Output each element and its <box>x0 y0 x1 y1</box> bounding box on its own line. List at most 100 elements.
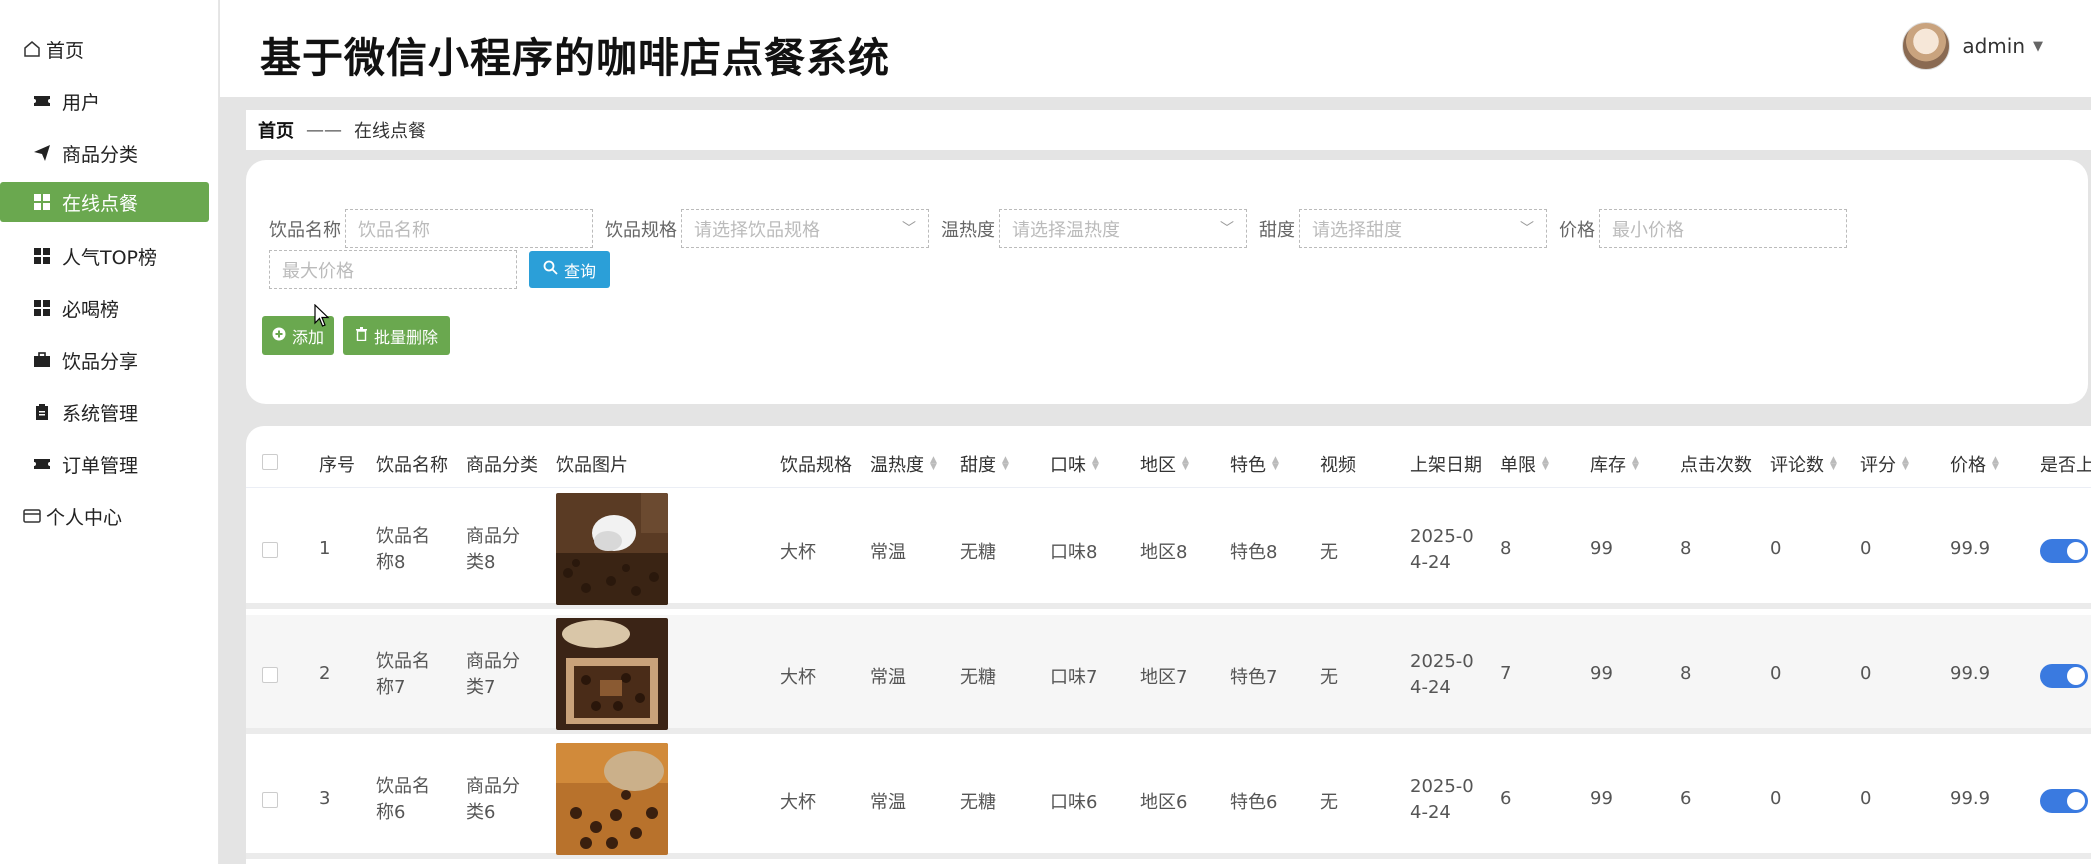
cell-region: 地区8 <box>1140 542 1188 563</box>
cell-comments: 0 <box>1770 788 1782 809</box>
cell-feature: 特色8 <box>1230 542 1278 563</box>
col-comments-label: 评论数 <box>1770 455 1824 476</box>
col-stock-label: 库存 <box>1590 455 1626 476</box>
username[interactable]: admin <box>1962 34 2025 58</box>
spec-label: 饮品规格 <box>605 219 677 241</box>
cell-region: 地区6 <box>1140 792 1188 813</box>
sidebar-item-category[interactable]: 商品分类 <box>0 133 209 173</box>
col-rating[interactable]: 评分 ▲ ▼ <box>1860 451 1909 477</box>
cell-feature: 特色6 <box>1230 792 1278 813</box>
name-input[interactable]: 饮品名称 <box>345 209 593 248</box>
col-clicks: 点击次数 <box>1680 455 1752 476</box>
col-price[interactable]: 价格 ▲ ▼ <box>1950 451 1999 477</box>
data-table: 序号 饮品名称 商品分类 饮品图片 饮品规格 温热度 ▲ ▼ 甜度 ▲ ▼ 口味 ▲ ▼ 地… <box>246 426 2091 864</box>
chevron-down-icon[interactable]: ▼ <box>2033 39 2043 54</box>
cell-video: 无 <box>1320 667 1338 688</box>
col-taste[interactable]: 口味 ▲ ▼ <box>1050 451 1099 477</box>
min-price-placeholder: 最小价格 <box>1612 219 1684 241</box>
sidebar-item-drink-share[interactable]: 饮品分享 <box>0 340 209 380</box>
on-shelf-toggle[interactable] <box>2040 789 2088 813</box>
action-row: 添加 批量删除 <box>262 316 451 355</box>
cell-clicks: 8 <box>1680 538 1692 559</box>
sort-icon[interactable]: ▲ ▼ <box>1902 456 1909 472</box>
on-shelf-toggle[interactable] <box>2040 664 2088 688</box>
row-checkbox[interactable] <box>262 542 278 558</box>
cell-region: 地区7 <box>1140 667 1188 688</box>
top-header: 基于微信小程序的咖啡店点餐系统 admin ▼ <box>220 0 2091 97</box>
cell-price: 99.9 <box>1950 538 1991 559</box>
cell-rating: 0 <box>1860 663 1872 684</box>
sort-icon[interactable]: ▲ ▼ <box>1092 456 1099 472</box>
cell-taste: 口味7 <box>1050 667 1098 688</box>
breadcrumb-home[interactable]: 首页 <box>258 117 294 143</box>
spec-select[interactable]: 请选择饮品规格 ﹀ <box>681 209 929 248</box>
row-checkbox[interactable] <box>262 792 278 808</box>
sidebar-item-home[interactable]: 首页 <box>0 29 209 69</box>
cell-video: 无 <box>1320 542 1338 563</box>
avatar[interactable] <box>1902 22 1951 70</box>
col-stock[interactable]: 库存 ▲ ▼ <box>1590 451 1639 477</box>
breadcrumb: 首页 —— 在线点餐 <box>246 110 2091 150</box>
sort-icon[interactable]: ▲ ▼ <box>1272 456 1279 472</box>
sort-icon[interactable]: ▲ ▼ <box>1182 456 1189 472</box>
sidebar-item-orders[interactable]: 订单管理 <box>0 444 209 484</box>
col-sweet[interactable]: 甜度 ▲ ▼ <box>960 451 1009 477</box>
sort-icon[interactable]: ▲ ▼ <box>1542 456 1549 472</box>
sort-icon[interactable]: ▲ ▼ <box>1992 456 1999 472</box>
on-shelf-toggle[interactable] <box>2040 539 2088 563</box>
col-region-label: 地区 <box>1140 455 1176 476</box>
cell-sweet: 无糖 <box>960 542 996 563</box>
row-checkbox[interactable] <box>262 667 278 683</box>
col-comments[interactable]: 评论数 ▲ ▼ <box>1770 451 1837 477</box>
sort-icon[interactable]: ▲ ▼ <box>1002 456 1009 472</box>
table-row[interactable]: 1 饮品名称8 商品分类8 大杯 常温 无糖 口味8 地区8 特色8 无 202… <box>246 490 2091 609</box>
drink-image[interactable] <box>556 743 668 855</box>
cell-date: 2025-04-24 <box>1410 776 1474 823</box>
table-row[interactable]: 2 饮品名称7 商品分类7 大杯 常温 无糖 口味7 地区7 特色7 无 202… <box>246 615 2091 734</box>
col-name: 饮品名称 <box>376 455 448 476</box>
batch-delete-label: 批量删除 <box>374 327 439 347</box>
batch-delete-button[interactable]: 批量删除 <box>343 316 451 355</box>
sort-icon[interactable]: ▲ ▼ <box>1632 456 1639 472</box>
search-row: 饮品名称 饮品名称 饮品规格 请选择饮品规格 ﹀ 温热度 请选择温热度 ﹀ 甜度… <box>269 209 1847 248</box>
user-menu[interactable]: admin ▼ <box>1902 22 2043 70</box>
cell-clicks: 8 <box>1680 663 1692 684</box>
cell-temp: 常温 <box>870 542 906 563</box>
name-label: 饮品名称 <box>269 219 341 241</box>
table-header: 序号 饮品名称 商品分类 饮品图片 饮品规格 温热度 ▲ ▼ 甜度 ▲ ▼ 口味 ▲ ▼ 地… <box>246 426 2091 488</box>
col-taste-label: 口味 <box>1050 455 1086 476</box>
sidebar-item-top-popular[interactable]: 人气TOP榜 <box>0 236 209 276</box>
cell-price: 99.9 <box>1950 788 1991 809</box>
col-temp[interactable]: 温热度 ▲ ▼ <box>870 451 937 477</box>
spec-placeholder: 请选择饮品规格 <box>694 219 820 241</box>
breadcrumb-separator: —— <box>306 119 342 141</box>
drink-image[interactable] <box>556 618 668 730</box>
temp-label: 温热度 <box>941 219 995 241</box>
sort-icon[interactable]: ▲ ▼ <box>1830 456 1837 472</box>
min-price-input[interactable]: 最小价格 <box>1599 209 1847 248</box>
sweet-select[interactable]: 请选择甜度 ﹀ <box>1299 209 1547 248</box>
col-feature[interactable]: 特色 ▲ ▼ <box>1230 451 1279 477</box>
sidebar-item-label: 在线点餐 <box>62 192 139 215</box>
sidebar-item-must-drink[interactable]: 必喝榜 <box>0 288 209 328</box>
select-all-checkbox[interactable] <box>262 454 278 470</box>
sidebar-item-users[interactable]: 用户 <box>0 81 209 121</box>
cell-temp: 常温 <box>870 667 906 688</box>
sidebar-item-label: 个人中心 <box>46 506 123 529</box>
query-button-label: 查询 <box>564 261 597 281</box>
search-row-2: 最大价格 查询 <box>269 250 611 289</box>
cell-video: 无 <box>1320 792 1338 813</box>
cell-clicks: 6 <box>1680 788 1692 809</box>
table-row[interactable]: 3 饮品名称6 商品分类6 大杯 常温 无糖 口味6 地区6 特色6 无 202… <box>246 740 2091 859</box>
sort-icon[interactable]: ▲ ▼ <box>930 456 937 472</box>
col-region[interactable]: 地区 ▲ ▼ <box>1140 451 1189 477</box>
col-limit[interactable]: 单限 ▲ ▼ <box>1500 451 1549 477</box>
sidebar-item-profile[interactable]: 个人中心 <box>0 496 209 536</box>
sidebar-item-label: 用户 <box>62 91 101 114</box>
temp-select[interactable]: 请选择温热度 ﹀ <box>999 209 1247 248</box>
sidebar-item-system[interactable]: 系统管理 <box>0 392 209 432</box>
max-price-input[interactable]: 最大价格 <box>269 250 517 289</box>
sidebar-item-online-order[interactable]: 在线点餐 <box>0 182 209 222</box>
query-button[interactable]: 查询 <box>529 251 611 288</box>
drink-image[interactable] <box>556 493 668 605</box>
